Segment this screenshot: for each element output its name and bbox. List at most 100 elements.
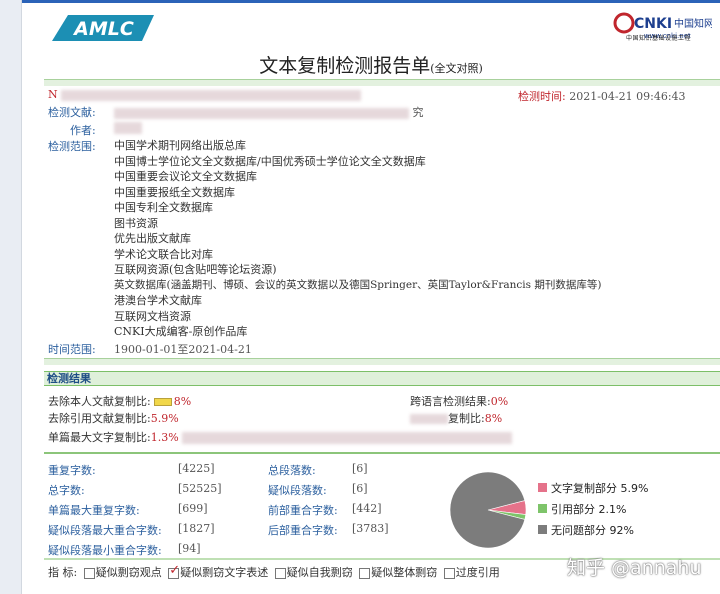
self-copy-label: 去除本人文献复制比: bbox=[48, 395, 151, 408]
scope-item: 互联网资源(包含贴吧等论坛资源) bbox=[114, 263, 277, 276]
results-section-header: 检测结果 bbox=[44, 371, 720, 386]
max-para-value: [1827] bbox=[178, 522, 215, 535]
time-range-value-row: 1900-01-01至2021-04-21 bbox=[114, 341, 252, 357]
cross-lang-value: 0% bbox=[490, 395, 509, 408]
scope-item: 港澳台学术文献库 bbox=[114, 294, 202, 307]
doc-number-prefix: N bbox=[48, 88, 58, 101]
checkbox-over-quote[interactable] bbox=[443, 567, 455, 579]
scope-item: 英文数据库(涵盖期刊、博硕、会议的英文数据以及德国Springer、英国Tayl… bbox=[114, 278, 602, 291]
quote-copy-value: 5.9% bbox=[150, 412, 179, 425]
author-row: 作者: bbox=[70, 122, 96, 138]
legend-copy-label: 文字复制部分 bbox=[551, 482, 617, 495]
legend-clean-label: 无问题部分 bbox=[551, 524, 606, 537]
total-paras-value: [6] bbox=[352, 462, 368, 475]
back-value: [3783] bbox=[352, 522, 389, 535]
doc-label: 检测文献: bbox=[48, 106, 96, 119]
check-mark-icon: ✓ bbox=[169, 562, 181, 578]
total-paras-label: 总段落数: bbox=[268, 464, 316, 477]
legend-copy: 文字复制部分 5.9% bbox=[551, 480, 648, 496]
scope-item: 中国重要会议论文全文数据库 bbox=[114, 170, 257, 183]
scope-item: 中国博士学位论文全文数据库/中国优秀硕士学位论文全文数据库 bbox=[114, 154, 426, 168]
indicator-over-quote: 过度引用 bbox=[455, 566, 500, 579]
redacted-max-source bbox=[182, 432, 513, 444]
similarity-pie-chart bbox=[449, 471, 527, 549]
info-band-top bbox=[44, 79, 720, 86]
indicator-whole-plagiarism: 疑似整体剽窃 bbox=[371, 566, 438, 579]
redacted-doc-number bbox=[61, 89, 362, 101]
checkbox-text-expression[interactable]: ✓ bbox=[168, 563, 180, 579]
sus-paras-label: 疑似段落数: bbox=[268, 484, 327, 497]
svg-text:中国知网: 中国知网 bbox=[674, 17, 712, 30]
cross-lang-row: 跨语言检测结果:0% bbox=[410, 393, 508, 409]
redacted-author bbox=[114, 122, 142, 134]
scope-item: 学术论文联合比对库 bbox=[114, 247, 213, 261]
scope-item: CNKI大成编客-原创作品库 bbox=[114, 325, 248, 338]
legend-clean-value: 92% bbox=[609, 524, 634, 537]
quote-copy-row: 去除引用文献复制比:5.9% bbox=[48, 410, 179, 426]
amlc-logo: AMLC bbox=[52, 15, 154, 41]
min-para-label: 疑似段落最小重合字数: bbox=[48, 544, 162, 557]
author-value-row bbox=[114, 121, 142, 134]
legend-clean: 无问题部分 92% bbox=[551, 522, 634, 538]
indicator-label: 指 标: bbox=[48, 566, 78, 579]
total-chars-label: 总字数: bbox=[48, 484, 85, 497]
doc-title-tail: 究 bbox=[412, 106, 424, 119]
time-range-label: 时间范围: bbox=[48, 343, 96, 356]
indicator-viewpoint: 疑似剽窃观点 bbox=[95, 566, 162, 579]
redacted-doc-title bbox=[114, 107, 409, 119]
scope-item: 中国专利全文数据库 bbox=[114, 201, 213, 214]
legend-copy-value: 5.9% bbox=[620, 482, 649, 495]
redacted-total-label bbox=[410, 414, 448, 424]
max-copy-row: 单篇最大文字复制比:1.3% bbox=[48, 429, 513, 445]
scope-item: 互联网文档资源 bbox=[114, 309, 191, 323]
doc-title-row: 究 bbox=[114, 104, 424, 120]
rep-chars-label: 重复字数: bbox=[48, 464, 96, 477]
scope-item: 优先出版文献库 bbox=[114, 232, 191, 245]
zhihu-watermark: 知乎 @annahu bbox=[567, 557, 702, 579]
legend-swatch-quote bbox=[538, 504, 547, 513]
self-copy-row: 去除本人文献复制比: 8% bbox=[48, 393, 191, 409]
author-label: 作者: bbox=[70, 124, 96, 137]
doc-row: 检测文献: bbox=[48, 104, 96, 120]
max-rep-label: 单篇最大重复字数: bbox=[48, 504, 140, 517]
cross-lang-label: 跨语言检测结果: bbox=[410, 395, 491, 408]
indicator-self-plagiarism: 疑似自我剽窃 bbox=[286, 566, 353, 579]
max-copy-value: 1.3% bbox=[150, 431, 179, 444]
legend-quote-value: 2.1% bbox=[598, 503, 627, 516]
check-time-value: 2021-04-21 09:46:43 bbox=[569, 90, 686, 103]
scope-list: 中国学术期刊网络出版总库 中国博士学位论文全文数据库/中国优秀硕士学位论文全文数… bbox=[114, 138, 601, 340]
front-label: 前部重合字数: bbox=[268, 504, 338, 517]
report-sheet: AMLC CNKI 中国知网 www.cnki.net 中国知识基础设施工程 文… bbox=[22, 3, 720, 594]
title-text: 文本复制检测报告单 bbox=[259, 55, 431, 77]
max-copy-label: 单篇最大文字复制比: bbox=[48, 431, 151, 444]
total-copy-value: 8% bbox=[484, 412, 503, 425]
title-suffix: (全文对照) bbox=[430, 62, 483, 75]
scope-item: 图书资源 bbox=[114, 216, 158, 230]
checkbox-viewpoint[interactable] bbox=[83, 567, 95, 579]
self-copy-value: 8% bbox=[173, 395, 192, 408]
indicator-row: 指 标: 疑似剽窃观点 ✓ 疑似剽窃文字表述 疑似自我剽窃 疑似整体剽窃 过度引用 bbox=[48, 563, 500, 580]
check-time-label: 检测时间: bbox=[518, 90, 566, 103]
scope-label-row: 检测范围: bbox=[48, 138, 96, 154]
doc-number-row: N bbox=[48, 88, 362, 101]
results-divider bbox=[44, 452, 720, 454]
time-range-row: 时间范围: bbox=[48, 341, 96, 357]
sus-paras-value: [6] bbox=[352, 482, 368, 495]
legend-swatch-clean bbox=[538, 525, 547, 534]
max-rep-value: [699] bbox=[178, 502, 208, 515]
legend-quote: 引用部分 2.1% bbox=[551, 501, 626, 517]
report-title: 文本复制检测报告单(全文对照) bbox=[22, 51, 720, 78]
checkbox-whole-plagiarism[interactable] bbox=[359, 567, 371, 579]
front-value: [442] bbox=[352, 502, 382, 515]
quote-copy-label: 去除引用文献复制比: bbox=[48, 412, 151, 425]
svg-text:CNKI: CNKI bbox=[634, 16, 672, 32]
total-chars-value: [52525] bbox=[178, 482, 222, 495]
min-para-value: [94] bbox=[178, 542, 201, 555]
max-para-label: 疑似段落最大重合字数: bbox=[48, 524, 162, 537]
rep-chars-value: [4225] bbox=[178, 462, 215, 475]
info-band-bottom bbox=[44, 358, 720, 365]
check-time-row: 检测时间: 2021-04-21 09:46:43 bbox=[518, 88, 686, 104]
checkbox-self-plagiarism[interactable] bbox=[274, 567, 286, 579]
scope-item: 中国重要报纸全文数据库 bbox=[114, 185, 235, 199]
yellow-swatch bbox=[153, 398, 172, 406]
